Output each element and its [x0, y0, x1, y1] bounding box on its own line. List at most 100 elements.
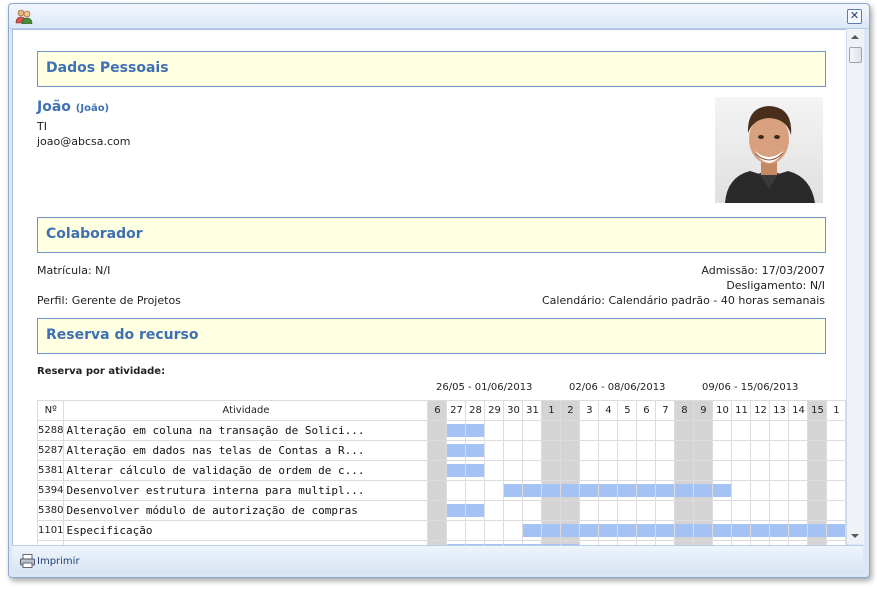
- day-cell: [693, 440, 714, 461]
- day-cell: [731, 480, 752, 501]
- day-cell: [427, 480, 448, 501]
- day-header: 10: [712, 400, 733, 421]
- reservation-bar: [466, 504, 484, 517]
- reservation-bar: [618, 484, 636, 497]
- print-button[interactable]: Imprimir: [20, 552, 80, 570]
- activity-number: 5381: [36, 460, 65, 481]
- email: joao@abcsa.com: [37, 135, 131, 148]
- day-cell: [503, 440, 524, 461]
- day-cell: [522, 420, 543, 441]
- day-cell: [750, 480, 771, 501]
- table-row[interactable]: 5380 Desenvolver módulo de autorização de…: [36, 500, 847, 521]
- day-cell: [484, 500, 505, 521]
- reservation-bar: [713, 484, 731, 497]
- activity-number: 5288: [36, 420, 65, 441]
- day-cell: [598, 420, 619, 441]
- day-cell: [674, 480, 695, 501]
- reservation-bar: [466, 444, 484, 457]
- scroll-down-icon[interactable]: [851, 534, 859, 538]
- reservation-bar: [827, 524, 845, 537]
- day-cell: [503, 500, 524, 521]
- day-cell: [484, 520, 505, 541]
- column-header-activity: Atividade: [63, 400, 429, 421]
- day-cell: [446, 440, 467, 461]
- calendario: Calendário: Calendário padrão - 40 horas…: [542, 294, 825, 307]
- reservation-bar: [580, 484, 598, 497]
- day-cell: [560, 500, 581, 521]
- day-cell: [617, 460, 638, 481]
- reservation-bar: [504, 484, 522, 497]
- day-cell: [484, 420, 505, 441]
- day-cell: [655, 480, 676, 501]
- day-cell: [503, 480, 524, 501]
- day-cell: [769, 420, 790, 441]
- day-cell: [712, 460, 733, 481]
- reservation-bar: [523, 484, 541, 497]
- day-header: 14: [788, 400, 809, 421]
- day-cell: [674, 460, 695, 481]
- day-cell: [655, 520, 676, 541]
- scroll-up-icon[interactable]: [851, 35, 859, 39]
- day-cell: [807, 520, 828, 541]
- day-cell: [655, 420, 676, 441]
- reservation-bar: [675, 484, 693, 497]
- reservation-bar: [466, 424, 484, 437]
- day-cell: [750, 440, 771, 461]
- day-cell: [541, 420, 562, 441]
- reservation-bar: [561, 524, 579, 537]
- day-cell: [750, 420, 771, 441]
- day-cell: [636, 440, 657, 461]
- day-cell: [674, 440, 695, 461]
- admissao: Admissão: 17/03/2007: [701, 264, 825, 277]
- day-cell: [693, 500, 714, 521]
- day-cell: [712, 520, 733, 541]
- day-cell: [712, 440, 733, 461]
- table-row[interactable]: 1101 Especificação: [36, 520, 847, 541]
- day-cell: [522, 520, 543, 541]
- day-cell: [598, 480, 619, 501]
- day-cell: [769, 480, 790, 501]
- day-cell: [807, 420, 828, 441]
- reservation-bar: [447, 504, 465, 517]
- day-cell: [826, 460, 847, 481]
- day-cell: [807, 500, 828, 521]
- close-button[interactable]: ✕: [847, 9, 862, 24]
- reservation-bar: [447, 464, 465, 477]
- table-row[interactable]: 5394 Desenvolver estrutura interna para m…: [36, 480, 847, 501]
- scrollbar-thumb[interactable]: [849, 47, 862, 63]
- day-cell: [617, 520, 638, 541]
- day-header: 7: [655, 400, 676, 421]
- day-cell: [731, 460, 752, 481]
- day-header: 4: [598, 400, 619, 421]
- day-cell: [541, 460, 562, 481]
- table-row[interactable]: 5381 Alterar cálculo de validação de orde…: [36, 460, 847, 481]
- day-cell: [807, 480, 828, 501]
- day-cell: [788, 480, 809, 501]
- section-reservation: Reserva do recurso: [37, 318, 826, 354]
- reservation-bar: [808, 524, 826, 537]
- table-row[interactable]: 5287 Alteração em dados nas telas de Cont…: [36, 440, 847, 461]
- day-header: 9: [693, 400, 714, 421]
- reservation-bar: [732, 524, 750, 537]
- day-cell: [465, 460, 486, 481]
- reservation-bar: [675, 524, 693, 537]
- activity-name: Desenvolver estrutura interna para multi…: [63, 480, 429, 501]
- day-header: 31: [522, 400, 543, 421]
- section-collaborator: Colaborador: [37, 217, 826, 253]
- gantt-header-row: Nº Atividade 6 27 28 29 30 31 1 2 3 4 5 6 7 8 9 10 11 12 13 1…: [36, 400, 847, 421]
- day-cell: [674, 500, 695, 521]
- vertical-scrollbar[interactable]: [846, 29, 864, 544]
- day-cell: [541, 480, 562, 501]
- content-area[interactable]: Dados Pessoais João (João) TI joao@abcsa…: [12, 29, 848, 546]
- day-cell: [560, 420, 581, 441]
- day-cell: [522, 460, 543, 481]
- day-cell: [750, 500, 771, 521]
- day-cell: [674, 520, 695, 541]
- table-row[interactable]: 5288 Alteração em coluna na transação de …: [36, 420, 847, 441]
- reservation-bar: [637, 484, 655, 497]
- day-cell: [446, 460, 467, 481]
- day-cell: [693, 480, 714, 501]
- week-label: 09/06 - 15/06/2013: [702, 382, 799, 393]
- activity-name: Alterar cálculo de validação de ordem de…: [63, 460, 429, 481]
- day-cell: [560, 520, 581, 541]
